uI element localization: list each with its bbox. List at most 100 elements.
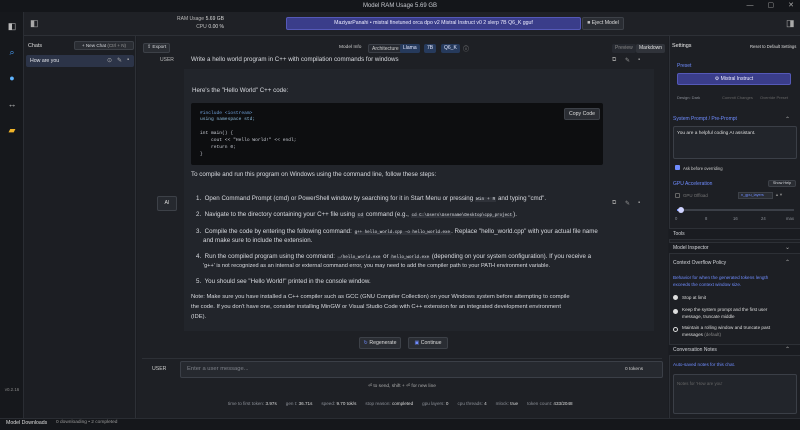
ram-label: RAM Usage — [177, 16, 204, 22]
step-2-text: Navigate to the directory containing you… — [204, 211, 355, 218]
model-inspector-label[interactable]: Model Inspector — [673, 245, 709, 251]
reset-settings-button[interactable]: Reset to Default Settings — [750, 44, 796, 49]
model-selector[interactable]: MaziyarPanahi • mistral finetuned orca d… — [286, 17, 581, 30]
preset-value: Mistral Instruct — [720, 76, 754, 82]
gpu-slider-track[interactable] — [677, 207, 794, 213]
ai-role-label: AI — [157, 196, 177, 211]
close-button[interactable]: ✕ — [788, 1, 794, 11]
window-title-label: Model RAM Usage — [362, 3, 414, 9]
preview-tab[interactable]: Preview — [612, 44, 636, 53]
eject-model-button[interactable]: ■ Eject Model — [582, 17, 624, 30]
downloads-status: 0 downloading • 2 completed — [56, 420, 118, 425]
chat-item-label: How are you — [30, 58, 60, 64]
stat-mlock: mlock: true — [496, 401, 518, 406]
code-line: cout << "Hello World!" << endl; — [200, 138, 297, 143]
maximize-button[interactable]: ▢ — [768, 1, 775, 11]
delete-message-icon[interactable]: ▪ — [638, 57, 640, 63]
gpu-slider-thumb[interactable] — [677, 207, 684, 213]
stat-value: completed — [391, 401, 414, 406]
sidebar-toggle-icon[interactable]: ◧ — [5, 20, 19, 32]
copy-icon[interactable]: ⧉ — [612, 57, 616, 64]
notes-placeholder: Notes for 'How are you' — [677, 381, 723, 386]
note-line: (IDE). — [191, 314, 207, 320]
preset-select[interactable]: ⚙ Mistral Instruct — [677, 73, 791, 85]
chevron-down-icon[interactable]: ⌄ — [785, 244, 790, 251]
search-icon[interactable]: ⌕ — [5, 46, 19, 58]
regenerate-button[interactable]: ↻ Regenerate — [359, 337, 401, 349]
minimize-button[interactable]: — — [747, 1, 754, 11]
stat-tokens: token count: 433/2048 — [527, 401, 572, 406]
step-4-end: (depending on your system configuration)… — [431, 253, 592, 260]
message-input[interactable]: Enter a user message... 0 tokens — [180, 361, 663, 378]
delete-icon[interactable]: ▪ — [127, 57, 129, 63]
divider — [142, 358, 662, 359]
edit-icon[interactable]: ✎ — [117, 57, 122, 64]
commit-changes-button[interactable]: Commit Changes — [722, 95, 753, 100]
window-controls: — ▢ ✕ — [747, 1, 795, 11]
code-line: } — [200, 152, 203, 157]
slider-tick: 0 — [675, 216, 678, 221]
gpu-layers-input[interactable]: n_gpu_layers — [738, 192, 773, 199]
notes-desc: Auto-saved notes for this chat. — [673, 362, 736, 367]
gpu-offload-checkbox[interactable] — [675, 193, 680, 198]
radio-label: Keep the system prompt and the first use… — [682, 307, 768, 312]
edit-message-icon[interactable]: ✎ — [625, 200, 630, 207]
note-line: the code. If you don't have one, conside… — [191, 304, 561, 310]
stat-label: token count: — [527, 401, 553, 406]
copy-code-button[interactable]: Copy Code — [564, 108, 600, 120]
notes-input[interactable]: Notes for 'How are you' — [673, 374, 797, 414]
copy-icon[interactable]: ⧉ — [612, 200, 616, 207]
sidebar-toggle-icon[interactable]: ◧ — [30, 18, 39, 29]
design-label: Design: Dark — [677, 95, 701, 100]
cpu-value: 0.00 % — [208, 24, 224, 30]
default-tag: (default) — [704, 332, 722, 337]
steps-intro-text: To compile and run this program on Windo… — [191, 171, 437, 178]
ram-value: 5.69 GB — [205, 16, 224, 22]
chats-title: Chats — [28, 43, 43, 49]
slider-tick: 24 — [761, 216, 766, 221]
token-count: 0 tokens — [625, 367, 644, 372]
settings-toggle-icon[interactable]: ◨ — [786, 18, 795, 29]
radio-stop-at-limit[interactable] — [673, 295, 678, 300]
step-3-end: . Replace "hello_world.cpp" with your ac… — [451, 228, 598, 235]
tools-label: Tools — [673, 231, 685, 237]
preset-label: Preset — [677, 63, 692, 69]
export-button[interactable]: ⇪ Export — [143, 43, 171, 53]
chat-info-icon[interactable]: ⊙ — [107, 57, 112, 64]
slider-tick: max — [786, 216, 794, 221]
step-4-text: Run the compiled program using the comma… — [204, 253, 335, 260]
delete-message-icon[interactable]: ▪ — [638, 200, 640, 206]
show-help-button[interactable]: Show Help — [768, 180, 796, 187]
preset-icon: ⚙ — [714, 76, 720, 82]
stepper-icon[interactable]: ▲▼ — [775, 192, 783, 197]
folder-icon[interactable]: ▰ — [5, 124, 19, 136]
continue-button[interactable]: ▣ Continue — [408, 337, 448, 349]
override-preset-button[interactable]: Override Preset — [760, 95, 788, 100]
edit-message-icon[interactable]: ✎ — [625, 57, 630, 64]
info-icon[interactable]: ⓘ — [463, 44, 469, 53]
input-role-label[interactable]: USER — [152, 366, 166, 372]
system-prompt-input[interactable]: You are a helpful coding AI assistant. — [673, 126, 797, 159]
stat-threads: cpu threads: 4 — [457, 401, 486, 406]
step-5: 5. You should see "Hello World!" printed… — [196, 278, 371, 285]
new-chat-button[interactable]: + New Chat (Ctrl + N) — [74, 41, 134, 50]
continue-label: Continue — [420, 340, 442, 346]
model-downloads-button[interactable]: Model Downloads — [6, 420, 47, 426]
stat-speed: speed: 9.70 tok/s — [321, 401, 356, 406]
stat-label: mlock: — [495, 401, 509, 406]
chat-icon[interactable]: ● — [5, 72, 19, 84]
new-chat-shortcut: (Ctrl + N) — [107, 43, 127, 48]
radio-rolling-window[interactable] — [673, 327, 678, 332]
step-4-code1: ./hello_world.exe — [336, 256, 382, 260]
radio-truncate-middle[interactable] — [673, 309, 678, 314]
server-icon[interactable]: ↔ — [5, 98, 19, 110]
radio-label: message, truncate middle — [682, 314, 735, 319]
left-rail: ◧ ⌕ ● ↔ ▰ v0.2.16 — [0, 12, 24, 418]
ask-override-checkbox[interactable] — [675, 165, 680, 170]
chevron-up-icon[interactable]: ⌃ — [785, 259, 790, 266]
params-badge: 7B — [424, 44, 437, 53]
chevron-up-icon[interactable]: ⌃ — [785, 346, 790, 353]
markdown-tab[interactable]: Markdown — [636, 44, 666, 53]
chevron-up-icon[interactable]: ⌃ — [785, 116, 790, 123]
step-4: 4. Run the compiled program using the co… — [196, 253, 592, 260]
